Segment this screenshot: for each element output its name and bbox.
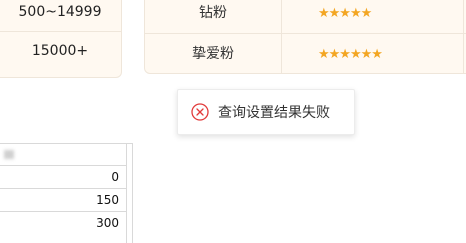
star-rating-icon: ★★★★★ [318, 6, 372, 21]
table-row: 300 [96, 216, 119, 230]
range-row: 500~14999 [0, 0, 121, 32]
error-toast: 查询设置结果失败 [177, 89, 355, 135]
table-next-column [126, 143, 133, 243]
star-rating-icon: ★★★★★★ [318, 47, 383, 62]
fan-level-card: 钻粉 ★★★★★ 挚爱粉 ★★★★★★ [144, 0, 466, 74]
fan-level-stars: ★★★★★ [282, 0, 464, 33]
settings-table: 0 150 300 [0, 143, 127, 243]
page: 500~14999 15000+ 钻粉 ★★★★★ 挚爱粉 ★★★★★★ 查询设… [0, 0, 466, 243]
fan-level-row: 钻粉 ★★★★★ [145, 0, 466, 34]
table-row: 0 [0, 166, 126, 189]
range-value: 500~14999 [18, 4, 102, 20]
toast-message: 查询设置结果失败 [218, 105, 330, 121]
fan-level-name: 挚爱粉 [145, 34, 282, 73]
range-value: 15000+ [31, 43, 89, 59]
table-row: 150 [0, 189, 126, 212]
table-header [0, 144, 126, 166]
fan-level-stars: ★★★★★★ [282, 34, 464, 73]
points-range-card: 500~14999 15000+ [0, 0, 122, 78]
range-row: 15000+ [0, 32, 121, 70]
fan-level-row: 挚爱粉 ★★★★★★ [145, 34, 466, 73]
fan-level-name: 钻粉 [145, 0, 282, 33]
error-circle-icon [191, 103, 209, 121]
blurred-header-glyph [4, 150, 14, 159]
